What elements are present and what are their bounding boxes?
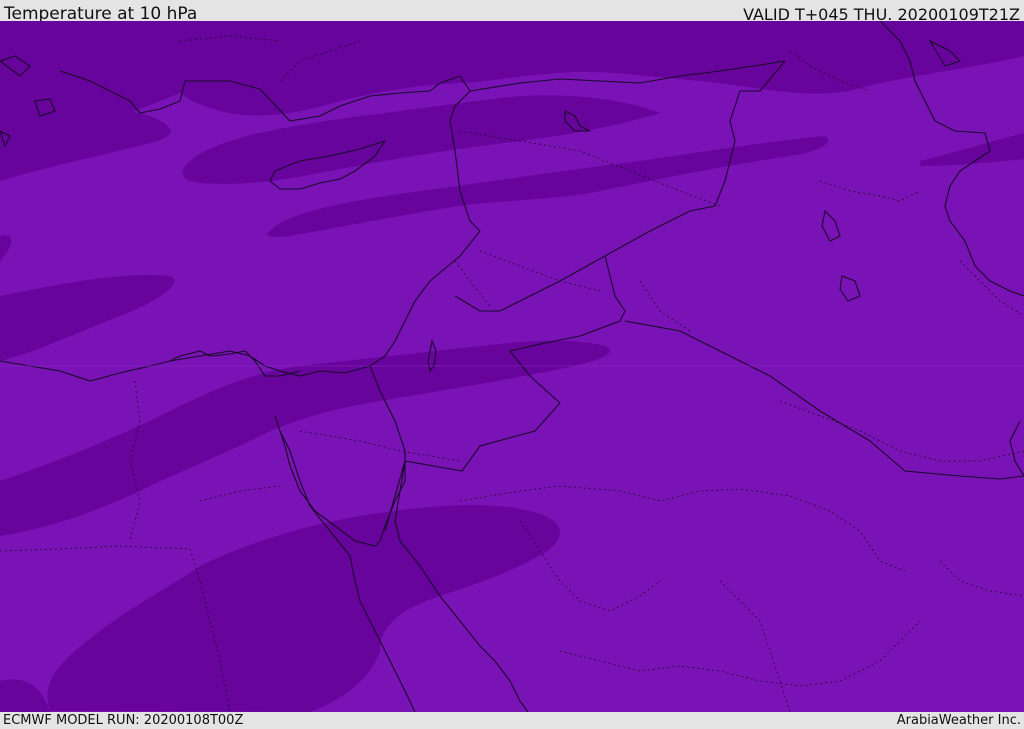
weather-map[interactable]	[0, 21, 1024, 712]
footer-bar: ECMWF MODEL RUN: 20200108T00Z ArabiaWeat…	[0, 712, 1024, 729]
model-run-label: ECMWF MODEL RUN: 20200108T00Z	[3, 713, 244, 728]
map-canvas	[0, 21, 1024, 712]
credit-label: ArabiaWeather Inc.	[896, 713, 1021, 728]
header-bar: Temperature at 10 hPa VALID T+045 THU. 2…	[0, 0, 1024, 24]
